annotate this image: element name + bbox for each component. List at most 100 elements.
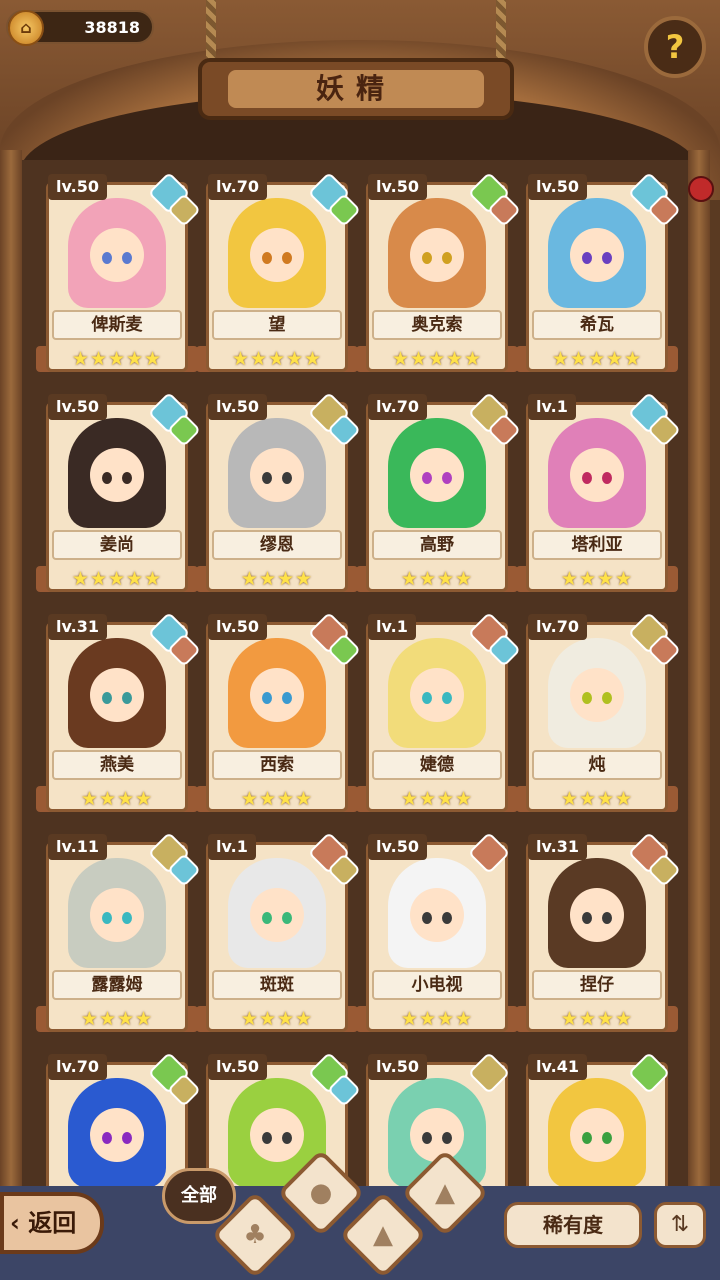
fairy-portrait: [548, 198, 646, 308]
fairy-eye: [422, 692, 432, 704]
fairy-portrait: [68, 1078, 166, 1188]
coin-icon: ⌂: [8, 10, 44, 46]
pillar-left: [0, 150, 22, 1200]
fairy-level: lv.70: [208, 174, 267, 200]
fairy-face: [250, 668, 304, 722]
fairy-card[interactable]: lv.50 俾斯麦 ★★★★★: [36, 170, 201, 374]
fairy-level: lv.41: [528, 1054, 587, 1080]
fairy-card[interactable]: lv.70 炖 ★★★★: [516, 610, 681, 814]
fairy-level: lv.50: [48, 394, 107, 420]
fairy-eye: [122, 252, 132, 264]
fairy-eye: [282, 252, 292, 264]
fairy-eye: [422, 472, 432, 484]
fairy-stars: ★★★★: [400, 568, 474, 590]
fairy-stars: ★★★★★: [231, 348, 323, 370]
fairy-eye: [122, 692, 132, 704]
fairy-card[interactable]: lv.31 捏仔 ★★★★: [516, 830, 681, 1034]
fairy-eye: [602, 692, 612, 704]
fairy-face: [410, 888, 464, 942]
fairy-face: [90, 888, 144, 942]
fairy-stars: ★★★★★: [551, 348, 643, 370]
fairy-card[interactable]: lv.50 奥克索 ★★★★★: [356, 170, 521, 374]
help-button[interactable]: ?: [644, 16, 706, 78]
fairy-eye: [122, 912, 132, 924]
fairy-stars: ★★★★: [400, 788, 474, 810]
fairy-eye: [102, 252, 112, 264]
fairy-card[interactable]: lv.31 燕美 ★★★★: [36, 610, 201, 814]
fairy-level: lv.11: [48, 834, 107, 860]
fairy-eye: [422, 1132, 432, 1144]
fairy-portrait: [548, 1078, 646, 1188]
fairy-eye: [282, 692, 292, 704]
fairy-stars: ★★★★★: [71, 568, 163, 590]
fairy-name: 露露姆: [52, 970, 182, 1000]
fairy-eye: [102, 692, 112, 704]
coin-counter: ⌂ 38818: [6, 10, 154, 46]
help-question-icon: ?: [665, 28, 685, 66]
fairy-name: 缪恩: [212, 530, 342, 560]
fairy-stars: ★★★★: [560, 788, 634, 810]
fairy-name: 塔利亚: [532, 530, 662, 560]
fairy-level: lv.70: [48, 1054, 107, 1080]
fairy-name: 奥克索: [372, 310, 502, 340]
fairy-eye: [262, 912, 272, 924]
fairy-eye: [602, 912, 612, 924]
fairy-face: [410, 1108, 464, 1162]
fairy-eye: [282, 912, 292, 924]
title-sign: 妖精: [198, 58, 514, 120]
fairy-card[interactable]: lv.50 希瓦 ★★★★★: [516, 170, 681, 374]
fairy-face: [90, 668, 144, 722]
filter-all-button[interactable]: 全部: [162, 1168, 236, 1224]
fairy-eye: [582, 1132, 592, 1144]
fairy-eye: [422, 252, 432, 264]
water-drop-icon: ●: [309, 1178, 333, 1208]
fairy-portrait: [548, 638, 646, 748]
fairy-card[interactable]: lv.1 斑斑 ★★★★: [196, 830, 361, 1034]
fairy-name: 俾斯麦: [52, 310, 182, 340]
fairy-eye: [282, 472, 292, 484]
fairy-face: [570, 448, 624, 502]
fairy-portrait: [68, 418, 166, 528]
fairy-name: 姜尚: [52, 530, 182, 560]
fire-mountain-icon: ▲: [435, 1178, 455, 1208]
back-label: 返回: [28, 1209, 77, 1237]
fairy-card[interactable]: lv.50 小电视 ★★★★: [356, 830, 518, 1034]
fairy-card[interactable]: lv.1 塔利亚 ★★★★: [516, 390, 681, 594]
fairy-eye: [582, 252, 592, 264]
back-button[interactable]: ‹ 返回: [0, 1192, 104, 1254]
fairy-card[interactable]: lv.50 缪恩 ★★★★: [196, 390, 361, 594]
fairy-stars: ★★★★: [240, 1008, 314, 1030]
fairy-card[interactable]: lv.1 婕德 ★★★★: [356, 610, 521, 814]
sort-order-button[interactable]: ⇅: [654, 1202, 706, 1248]
fairy-name: 西索: [212, 750, 342, 780]
fairy-level: lv.50: [208, 614, 267, 640]
fairy-face: [250, 448, 304, 502]
fairy-face: [250, 888, 304, 942]
fairy-portrait: [228, 418, 326, 528]
notification-ladybug-icon[interactable]: [688, 176, 714, 202]
fairy-eye: [262, 472, 272, 484]
fairy-eye: [442, 1132, 452, 1144]
fairy-card[interactable]: lv.11 露露姆 ★★★★: [36, 830, 201, 1034]
fairy-eye: [122, 472, 132, 484]
fairy-stars: ★★★★: [560, 1008, 634, 1030]
fairy-card[interactable]: lv.50 西索 ★★★★: [196, 610, 361, 814]
fairy-face: [90, 1108, 144, 1162]
fairy-level: lv.50: [368, 1054, 427, 1080]
fairy-level: lv.50: [208, 1054, 267, 1080]
fairy-name: 捏仔: [532, 970, 662, 1000]
fairy-card[interactable]: lv.70 望 ★★★★★: [196, 170, 361, 374]
fairy-eye: [122, 1132, 132, 1144]
fairy-eye: [442, 252, 452, 264]
fairy-stars: ★★★★★: [391, 348, 483, 370]
fairy-card[interactable]: lv.70 高野 ★★★★: [356, 390, 521, 594]
fairy-name: 望: [212, 310, 342, 340]
fairy-level: lv.70: [528, 614, 587, 640]
sort-rarity-button[interactable]: 稀有度: [504, 1202, 642, 1248]
fairy-face: [570, 888, 624, 942]
fairy-eye: [602, 252, 612, 264]
fairy-level: lv.70: [368, 394, 427, 420]
fairy-portrait: [68, 858, 166, 968]
fairy-portrait: [68, 638, 166, 748]
fairy-card[interactable]: lv.50 姜尚 ★★★★★: [36, 390, 201, 594]
